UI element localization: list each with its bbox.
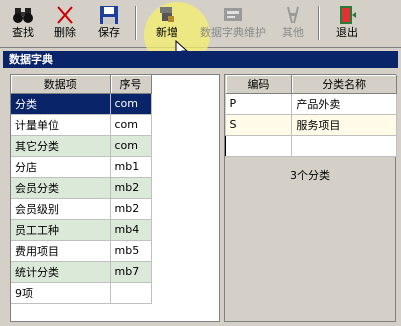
find-label: 查找	[12, 26, 34, 39]
cell-category-name: 产品外卖	[291, 93, 397, 115]
cell-seq: mb7	[110, 261, 152, 283]
table-header-row: 数据项 序号	[11, 75, 152, 94]
cell-code: S	[225, 114, 293, 136]
table-row[interactable]: 员工工种 mb4	[11, 219, 152, 241]
cell-data-item: 分类	[11, 93, 111, 115]
cell-data-item: 其它分类	[11, 135, 111, 157]
table-row[interactable]: 分店 mb1	[11, 156, 152, 178]
table-row[interactable]: 9项	[11, 282, 152, 304]
cell-data-item: 统计分类	[11, 261, 111, 283]
cell-code: P	[225, 93, 293, 115]
data-items-table: 数据项 序号 分类 com 计量单位 com 其它分类 com 分店 mb1 会…	[11, 75, 152, 304]
cell-data-item: 9项	[11, 282, 111, 304]
cell-data-item: 会员级别	[11, 198, 111, 220]
categories-panel: 编码 分类名称 P 产品外卖 S 服务项目 3个分类	[224, 74, 397, 322]
toolbar-separator	[135, 6, 137, 40]
table-row[interactable]: 费用项目 mb5	[11, 240, 152, 262]
category-count: 3个分类	[290, 169, 330, 182]
column-header-seq[interactable]: 序号	[110, 75, 152, 94]
floppy-disk-icon	[100, 6, 118, 24]
table-row[interactable]: P 产品外卖	[225, 93, 397, 115]
table-row[interactable]: 其它分类 com	[11, 135, 152, 157]
save-button[interactable]: 保存	[90, 4, 128, 44]
table-row[interactable]: 统计分类 mb7	[11, 261, 152, 283]
data-dictionary-maintenance-button[interactable]: 数据字典维护	[196, 4, 270, 44]
add-label: 新增	[156, 26, 178, 39]
cell-seq: mb2	[110, 198, 152, 220]
table-row-editing[interactable]	[224, 135, 397, 157]
column-header-code[interactable]: 编码	[225, 75, 293, 94]
data-items-panel: 数据项 序号 分类 com 计量单位 com 其它分类 com 分店 mb1 会…	[10, 74, 220, 322]
toolbar: 查找 删除 保存 新增 数据字典维护 其他 退出	[0, 0, 401, 68]
app-window: 查找 删除 保存 新增 数据字典维护 其他 退出 数据字典 数据项 序号 分类 …	[0, 0, 401, 326]
cell-seq: com	[110, 93, 152, 115]
cell-seq: mb4	[110, 219, 152, 241]
cell-data-item: 计量单位	[11, 114, 111, 136]
table-row[interactable]: 计量单位 com	[11, 114, 152, 136]
dictionary-icon	[224, 8, 242, 21]
cell-category-name: 服务项目	[291, 114, 397, 136]
new-item-icon	[160, 7, 174, 22]
cell-seq: mb1	[110, 156, 152, 178]
cell-code-editor[interactable]	[224, 135, 293, 157]
table-row[interactable]: 会员分类 mb2	[11, 177, 152, 199]
exit-button[interactable]: 退出	[328, 4, 366, 44]
table-row[interactable]: 分类 com	[11, 93, 152, 115]
delete-button[interactable]: 删除	[46, 4, 84, 44]
delete-label: 删除	[54, 26, 76, 39]
cell-seq: com	[110, 114, 152, 136]
exit-label: 退出	[336, 26, 358, 39]
find-button[interactable]: 查找	[4, 4, 42, 44]
cell-seq: mb2	[110, 177, 152, 199]
cell-data-item: 分店	[11, 156, 111, 178]
save-label: 保存	[98, 26, 120, 39]
other-label: 其他	[282, 26, 304, 39]
table-row[interactable]: S 服务项目	[225, 114, 397, 136]
column-header-category-name[interactable]: 分类名称	[291, 75, 397, 94]
other-button[interactable]: 其他	[274, 4, 312, 44]
window-title: 数据字典	[3, 51, 398, 68]
cell-seq: com	[110, 135, 152, 157]
cell-seq: mb5	[110, 240, 152, 262]
add-button[interactable]: 新增	[148, 4, 186, 44]
toolbar-separator-2	[318, 6, 320, 40]
cell-seq	[110, 282, 152, 304]
categories-table: 编码 分类名称 P 产品外卖 S 服务项目	[224, 75, 397, 157]
tools-icon	[287, 6, 299, 24]
binoculars-icon	[13, 8, 33, 23]
cell-data-item: 员工工种	[11, 219, 111, 241]
cell-data-item: 费用项目	[11, 240, 111, 262]
exit-door-icon	[340, 6, 356, 24]
table-row[interactable]: 会员级别 mb2	[11, 198, 152, 220]
cell-data-item: 会员分类	[11, 177, 111, 199]
data-dictionary-maintenance-label: 数据字典维护	[200, 26, 266, 39]
cell-category-name[interactable]	[291, 135, 397, 157]
table-header-row: 编码 分类名称	[225, 75, 397, 94]
delete-x-icon	[57, 6, 73, 24]
column-header-data-item[interactable]: 数据项	[11, 75, 111, 94]
